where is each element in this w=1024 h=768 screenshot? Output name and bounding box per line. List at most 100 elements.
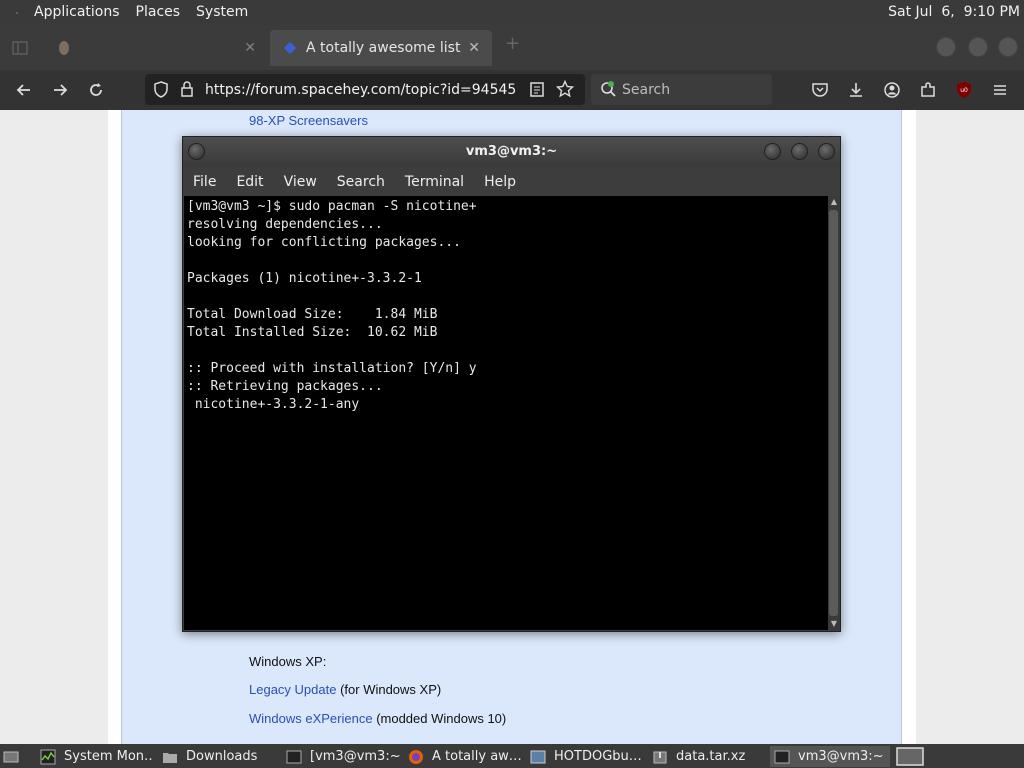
top-panel: Applications Places System Sat Jul 6, 9:…: [0, 0, 1024, 25]
taskbar-item-label: A totally aw…: [432, 749, 522, 764]
back-arrow-icon: [16, 84, 30, 96]
sidebar-icon[interactable]: [12, 40, 28, 56]
app-icon: [530, 750, 546, 763]
tab-active[interactable]: A totally awesome list of "ol ✕: [270, 30, 492, 66]
terminal-scrollbar[interactable]: ▲ ▼: [828, 196, 840, 630]
archive-icon: [653, 751, 667, 763]
panel-clock[interactable]: Sat Jul 6, 9:10 PM: [888, 0, 1020, 25]
terminal-window[interactable]: vm3@vm3:~ File Edit View Search Terminal…: [182, 136, 841, 632]
terminal-menu-file[interactable]: File: [183, 174, 226, 190]
account-button[interactable]: [880, 78, 904, 102]
taskbar-item-system-monitor[interactable]: System Mon…: [36, 746, 154, 767]
workspace-icon: [896, 747, 924, 766]
terminal-menu-search[interactable]: Search: [327, 174, 395, 190]
taskbar-item-label: vm3@vm3:~: [798, 749, 884, 764]
taskbar-item-hotdog[interactable]: HOTDOGbu…: [526, 746, 644, 767]
taskbar-item-archive[interactable]: data.tar.xz: [648, 746, 766, 767]
terminal-line: ​: [187, 342, 828, 360]
taskbar-item-downloads[interactable]: Downloads: [158, 746, 276, 767]
legacy-update-link[interactable]: Legacy Update: [249, 682, 336, 697]
terminal-icon: [286, 750, 302, 763]
shield-icon[interactable]: [153, 81, 169, 102]
terminal-menu-edit[interactable]: Edit: [226, 174, 273, 190]
lock-icon[interactable]: [180, 81, 194, 102]
downloads-button[interactable]: [844, 78, 868, 102]
terminal-menu-help[interactable]: Help: [474, 174, 526, 190]
windows-xp-heading: Windows XP:: [249, 654, 327, 669]
scrollbar-thumb[interactable]: [829, 210, 838, 616]
terminal-line: :: Retrieving packages...: [187, 379, 383, 394]
account-icon: [884, 82, 900, 98]
menu-places[interactable]: Places: [128, 0, 189, 25]
ublock-origin-button[interactable]: u0: [952, 78, 976, 102]
extensions-button[interactable]: [916, 78, 940, 102]
windows-experience-link[interactable]: Windows eXPerience: [249, 711, 373, 726]
terminal-line: Total Download Size: 1.84 MiB: [187, 307, 438, 322]
terminal-maximize-button[interactable]: [791, 143, 808, 160]
forward-arrow-icon: [54, 84, 68, 96]
tab-inactive[interactable]: ✕: [0, 30, 268, 66]
panel-menu: Applications Places System: [0, 0, 256, 25]
search-input[interactable]: Search: [591, 74, 772, 105]
tab-favicon-icon: [282, 40, 298, 56]
reader-view-icon[interactable]: [529, 81, 545, 102]
scroll-up-arrow-icon[interactable]: ▲: [828, 196, 840, 208]
show-desktop-button[interactable]: [0, 746, 24, 767]
window-minimize-button[interactable]: [936, 37, 956, 57]
terminal-menu-view[interactable]: View: [274, 174, 327, 190]
url-bar[interactable]: https://forum.spacehey.com/topic?id=9454…: [145, 74, 585, 105]
folder-icon: [163, 752, 177, 763]
new-tab-button[interactable]: +: [505, 33, 520, 54]
hamburger-menu-icon: [994, 85, 1006, 95]
tab-close-icon[interactable]: ✕: [244, 40, 256, 56]
ublock-shield-icon: u0: [957, 82, 971, 98]
terminal-line: resolving dependencies...: [187, 217, 383, 232]
link-98-xp-screensavers[interactable]: 98-XP Screensavers: [249, 113, 368, 128]
tab-title: A totally awesome list of "ol: [306, 40, 462, 56]
legacy-update-line: Legacy Update (for Windows XP): [249, 682, 441, 697]
window-maximize-button[interactable]: [968, 37, 988, 57]
distro-logo-icon[interactable]: [8, 4, 26, 22]
scroll-down-arrow-icon[interactable]: ▼: [828, 618, 840, 630]
taskbar-item-firefox[interactable]: A totally aw…: [404, 746, 522, 767]
tab-close-icon[interactable]: ✕: [468, 40, 480, 56]
pocket-button[interactable]: [808, 78, 832, 102]
terminal-line: :: Proceed with installation? [Y/n] y: [187, 361, 477, 376]
system-monitor-icon: [40, 749, 56, 764]
terminal-line: Packages (1) nicotine+-3.3.2-1: [187, 271, 422, 286]
window-menu-button[interactable]: [188, 143, 205, 160]
download-icon: [850, 83, 862, 97]
hamburger-menu-button[interactable]: [988, 78, 1012, 102]
terminal-output[interactable]: [vm3@vm3 ~]$ sudo pacman -S nicotine+ res…: [184, 196, 828, 630]
terminal-minimize-button[interactable]: [764, 143, 781, 160]
browser-tabbar: ✕ A totally awesome list of "ol ✕ +: [0, 25, 1024, 70]
terminal-close-button[interactable]: [818, 143, 835, 160]
puzzle-icon: [921, 82, 935, 97]
forward-button[interactable]: [48, 78, 72, 102]
menu-system[interactable]: System: [188, 0, 256, 25]
taskbar-item-terminal[interactable]: vm3@vm3:~: [770, 746, 890, 767]
window-close-button[interactable]: [998, 37, 1018, 57]
terminal-line: nicotine+-3.3.2-1-any: [187, 397, 360, 412]
workspace-switcher[interactable]: [894, 746, 926, 767]
terminal-line: looking for conflicting packages...: [187, 235, 461, 250]
terminal-line: ​: [187, 252, 828, 270]
reload-button[interactable]: [84, 78, 108, 102]
terminal-line: Total Installed Size: 10.62 MiB: [187, 325, 438, 340]
search-placeholder: Search: [622, 81, 671, 98]
bookmark-star-icon[interactable]: [555, 79, 575, 102]
terminal-menu-terminal[interactable]: Terminal: [395, 174, 474, 190]
taskbar-item-terminal-bracket[interactable]: [vm3@vm3:~]: [282, 746, 400, 767]
menu-applications[interactable]: Applications: [26, 0, 128, 25]
taskbar-item-label: data.tar.xz: [676, 749, 746, 764]
terminal-titlebar[interactable]: vm3@vm3:~: [183, 137, 840, 167]
back-button[interactable]: [12, 78, 36, 102]
legacy-update-suffix: (for Windows XP): [340, 682, 442, 697]
page-right-margin: [916, 110, 1024, 744]
browser-navbar: https://forum.spacehey.com/topic?id=9454…: [0, 70, 1024, 110]
taskbar-item-label: [vm3@vm3:~]: [310, 749, 400, 764]
url-text[interactable]: https://forum.spacehey.com/topic?id=9454…: [205, 82, 516, 98]
taskbar-item-label: System Mon…: [64, 749, 154, 764]
page-left-margin: [0, 110, 108, 744]
terminal-title: vm3@vm3:~: [465, 144, 558, 159]
